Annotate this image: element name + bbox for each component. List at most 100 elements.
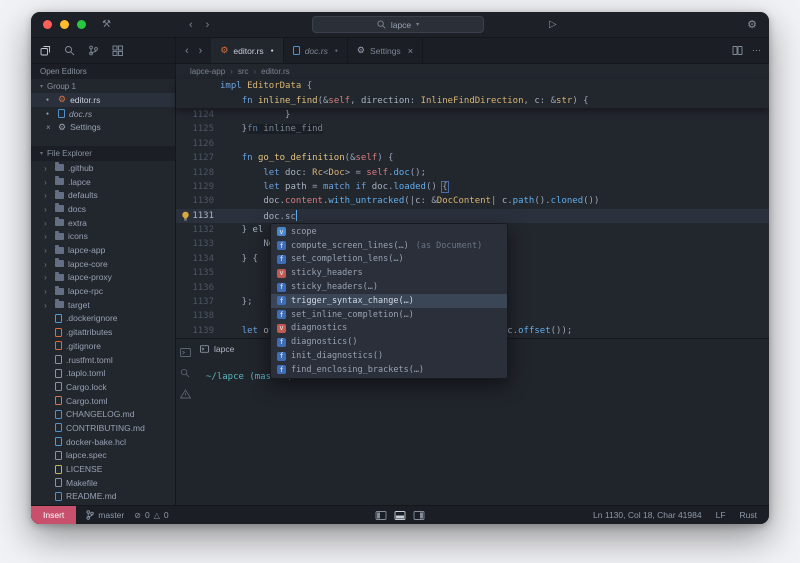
close-icon[interactable]: ×	[46, 123, 54, 132]
tree-item-license[interactable]: LICENSE	[31, 462, 175, 476]
search-icon[interactable]	[64, 45, 75, 56]
tree-item--lapce[interactable]: ›.lapce	[31, 175, 175, 189]
modified-dot[interactable]: ●	[335, 48, 338, 54]
tree-item--gitattributes[interactable]: .gitattributes	[31, 325, 175, 339]
command-palette[interactable]: lapce ▾	[312, 16, 484, 33]
tree-item--github[interactable]: ›.github	[31, 161, 175, 175]
tab-doc-rs[interactable]: doc.rs●	[284, 38, 348, 63]
close-icon[interactable]: ×	[408, 46, 413, 56]
completion-item[interactable]: vdiagnostics	[271, 322, 507, 336]
minimize-window-button[interactable]	[60, 20, 69, 29]
code-line[interactable]: fn inline_find(&self, direction: InlineF…	[176, 93, 769, 107]
tree-item-defaults[interactable]: ›defaults	[31, 188, 175, 202]
modified-dot[interactable]: ●	[46, 97, 54, 103]
modified-dot[interactable]: ●	[46, 111, 54, 117]
diagnostics-summary[interactable]: ⊘ 0 △ 0	[134, 510, 168, 520]
terminal-tab-label[interactable]: lapce	[214, 344, 234, 354]
code-line[interactable]: 1127 fn go_to_definition(&self) {	[176, 151, 769, 165]
code-line[interactable]: impl EditorData {	[176, 79, 769, 93]
toggle-left-panel-icon[interactable]	[376, 511, 387, 520]
tree-item-lapce-app[interactable]: ›lapce-app	[31, 243, 175, 257]
close-window-button[interactable]	[43, 20, 52, 29]
lightbulb-icon[interactable]	[181, 211, 190, 221]
git-branch[interactable]: master	[86, 510, 124, 520]
editor-group-header[interactable]: ▾ Group 1	[31, 79, 175, 93]
source-control-icon[interactable]	[88, 45, 99, 56]
breadcrumb-item[interactable]: src	[238, 67, 249, 76]
run-button[interactable]: ▷	[549, 19, 557, 30]
code-editor[interactable]: impl EditorData { fn inline_find(&self, …	[176, 79, 769, 338]
plugins-icon[interactable]	[112, 45, 123, 56]
completion-item[interactable]: finit_diagnostics()	[271, 349, 507, 363]
tree-item-icons[interactable]: ›icons	[31, 230, 175, 244]
tree-item-extra[interactable]: ›extra	[31, 216, 175, 230]
titlebar[interactable]: ⚒ ‹ › lapce ▾ ▷ ⚙	[31, 12, 769, 38]
line-number: 1128	[176, 168, 220, 178]
tab-settings[interactable]: ⚙Settings×	[348, 38, 423, 63]
settings-gear-icon[interactable]: ⚙	[747, 18, 757, 31]
problems-icon[interactable]	[180, 389, 191, 399]
tree-item-lapce-proxy[interactable]: ›lapce-proxy	[31, 271, 175, 285]
split-editor-icon[interactable]	[732, 45, 743, 56]
breadcrumb-item[interactable]: lapce-app	[190, 67, 225, 76]
forward-button[interactable]: ›	[206, 19, 210, 31]
open-editor-item-doc-rs[interactable]: ●doc.rs	[31, 107, 175, 121]
back-button[interactable]: ‹	[189, 19, 193, 31]
tree-item-makefile[interactable]: Makefile	[31, 476, 175, 490]
code-line[interactable]: 1131 doc.sc	[176, 209, 769, 223]
completion-item[interactable]: vscope	[271, 225, 507, 239]
tree-item-changelog-md[interactable]: CHANGELOG.md	[31, 407, 175, 421]
tabs-forward-button[interactable]: ›	[199, 45, 203, 57]
open-editor-item-editor-rs[interactable]: ●⚙editor.rs	[31, 93, 175, 107]
toggle-right-panel-icon[interactable]	[414, 511, 425, 520]
tree-item-contributing-md[interactable]: CONTRIBUTING.md	[31, 421, 175, 435]
line-ending[interactable]: LF	[716, 510, 726, 520]
modified-dot[interactable]: ●	[271, 48, 274, 54]
code-line[interactable]: 1129 let path = match if doc.loaded() {	[176, 180, 769, 194]
tree-item-target[interactable]: ›target	[31, 298, 175, 312]
zoom-window-button[interactable]	[77, 20, 86, 29]
file-explorer-header[interactable]: ▾ File Explorer	[31, 146, 175, 161]
cursor-position[interactable]: Ln 1130, Col 18, Char 41984	[593, 510, 702, 520]
tab-editor-rs[interactable]: ⚙editor.rs●	[211, 38, 283, 63]
completion-item[interactable]: ftrigger_syntax_change(…)	[271, 294, 507, 308]
rust-file-icon: ⚙	[58, 95, 66, 104]
tree-item--rustfmt-toml[interactable]: .rustfmt.toml	[31, 353, 175, 367]
completion-item[interactable]: ffind_enclosing_brackets(…)	[271, 363, 507, 377]
file-explorer-icon[interactable]	[40, 45, 51, 56]
search-icon[interactable]	[180, 368, 190, 378]
tree-item-docs[interactable]: ›docs	[31, 202, 175, 216]
terminal-icon[interactable]	[180, 348, 191, 357]
completion-label: trigger_syntax_change(…)	[291, 296, 414, 306]
completion-item[interactable]: fset_completion_lens(…)	[271, 253, 507, 267]
tree-item--dockerignore[interactable]: .dockerignore	[31, 312, 175, 326]
tree-item-cargo-toml[interactable]: Cargo.toml	[31, 394, 175, 408]
tool-icon[interactable]: ⚒	[102, 19, 111, 30]
completion-item[interactable]: vsticky_headers	[271, 266, 507, 280]
completion-item[interactable]: fdiagnostics()	[271, 335, 507, 349]
code-line[interactable]: 1126	[176, 137, 769, 151]
completion-item[interactable]: fsticky_headers(…)	[271, 280, 507, 294]
tabs-back-button[interactable]: ‹	[185, 45, 189, 57]
toggle-bottom-panel-icon[interactable]	[395, 511, 406, 520]
tree-item--gitignore[interactable]: .gitignore	[31, 339, 175, 353]
open-editors-header[interactable]: Open Editors	[31, 64, 175, 79]
tree-item-lapce-rpc[interactable]: ›lapce-rpc	[31, 284, 175, 298]
code-line[interactable]: 1124 }	[176, 108, 769, 122]
code-line[interactable]: 1128 let doc: Rc<Doc> = self.doc();	[176, 165, 769, 179]
editor-mode-badge[interactable]: Insert	[31, 506, 76, 524]
tree-item-cargo-lock[interactable]: Cargo.lock	[31, 380, 175, 394]
code-line[interactable]: 1130 doc.content.with_untracked(|c: &Doc…	[176, 194, 769, 208]
more-actions-icon[interactable]: ⋯	[752, 45, 761, 56]
breadcrumb-item[interactable]: editor.rs	[261, 67, 289, 76]
language-mode[interactable]: Rust	[740, 510, 757, 520]
tree-item-docker-bake-hcl[interactable]: docker-bake.hcl	[31, 435, 175, 449]
tree-item--taplo-toml[interactable]: .taplo.toml	[31, 366, 175, 380]
tree-item-readme-md[interactable]: README.md	[31, 490, 175, 504]
completion-item[interactable]: fset_inline_completion(…)	[271, 308, 507, 322]
tree-item-lapce-spec[interactable]: lapce.spec	[31, 449, 175, 463]
tree-item-lapce-core[interactable]: ›lapce-core	[31, 257, 175, 271]
open-editor-item-settings[interactable]: ×⚙Settings	[31, 120, 175, 134]
code-line[interactable]: 1125 }fn inline_find	[176, 122, 769, 136]
completion-item[interactable]: fcompute_screen_lines(…)(as Document)	[271, 239, 507, 253]
